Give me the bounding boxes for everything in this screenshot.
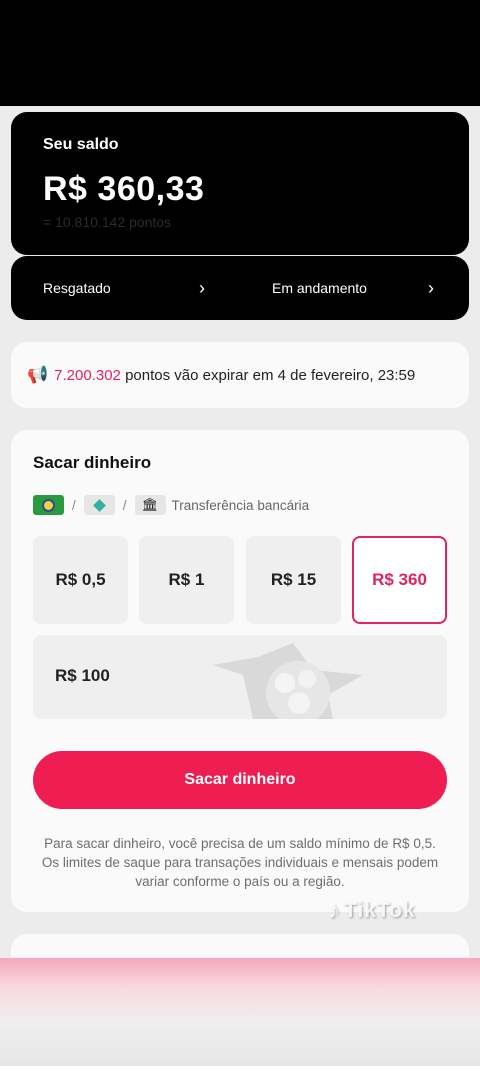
redeemed-label: Resgatado [43, 280, 111, 296]
screen: Seu saldo R$ 360,33 = 10.810.142 pontos … [0, 0, 480, 1066]
balance-points: = 10.810.142 pontos [43, 214, 172, 230]
balance-label: Seu saldo [43, 136, 119, 153]
brazil-flag-icon[interactable] [33, 495, 64, 515]
withdraw-hint: Para sacar dinheiro, você precisa de um … [41, 836, 439, 889]
bottom-fade [0, 958, 480, 1066]
expiring-points: 7.200.302 [54, 366, 121, 384]
status-card: Resgatado › Em andamento › [11, 256, 469, 320]
amount-option[interactable]: R$ 15 [246, 536, 341, 624]
amount-option[interactable]: R$ 0,5 [33, 536, 128, 624]
withdraw-button[interactable]: Sacar dinheiro [33, 751, 447, 809]
watermark-label: TikTok [344, 899, 416, 922]
coin-illustration [213, 643, 363, 719]
amount-option[interactable]: R$ 1 [139, 536, 234, 624]
balance-amount: R$ 360,33 [43, 170, 205, 208]
amount-wide-label: R$ 100 [55, 666, 110, 685]
pix-icon[interactable] [83, 495, 115, 515]
in-progress-label: Em andamento [272, 280, 367, 296]
points-expiry-notice: 📢 7.200.302 pontos vão expirar em 4 de f… [11, 342, 469, 408]
chevron-right-icon: › [199, 277, 205, 298]
in-progress-link[interactable]: Em andamento › [272, 256, 452, 320]
top-black-area [0, 0, 480, 106]
withdraw-card: Sacar dinheiro / / 🏛 Transferência bancá… [11, 430, 469, 912]
payment-methods: / / 🏛 Transferência bancária [33, 494, 309, 516]
expiry-text: pontos vão expirar em 4 de fevereiro, 23… [120, 366, 416, 384]
balance-card: Seu saldo R$ 360,33 = 10.810.142 pontos [11, 112, 469, 255]
amount-option-wide[interactable]: R$ 100 [33, 635, 447, 719]
chevron-right-icon: › [428, 277, 434, 298]
tiktok-note-icon: ♪ [328, 897, 341, 924]
bank-transfer-label: Transferência bancária [171, 497, 310, 513]
tiktok-watermark: ♪ TikTok [328, 897, 416, 925]
redeemed-link[interactable]: Resgatado › [43, 256, 233, 320]
amount-option-selected[interactable]: R$ 360 [352, 536, 447, 624]
bank-icon[interactable]: 🏛 [134, 495, 166, 515]
withdraw-title: Sacar dinheiro [33, 453, 152, 472]
megaphone-icon: 📢 [27, 365, 49, 384]
